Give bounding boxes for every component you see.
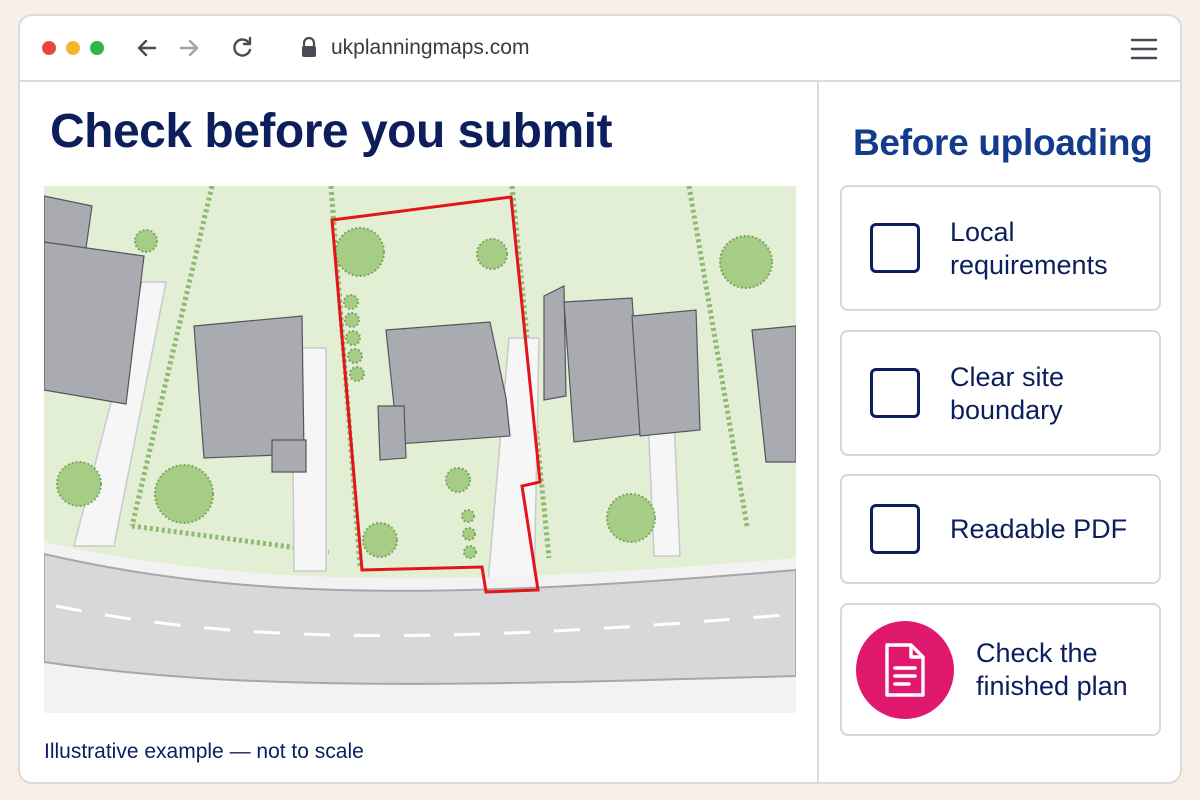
checklist-item-label: Readable PDF (950, 514, 1128, 544)
close-window-button[interactable] (42, 41, 56, 55)
reload-icon[interactable] (228, 34, 256, 62)
hamburger-menu-icon[interactable] (1130, 36, 1158, 62)
address-bar-url[interactable]: ukplanningmaps.com (331, 34, 529, 62)
page-title: Check before you submit (50, 105, 612, 158)
lock-icon (300, 36, 318, 58)
forward-arrow-icon[interactable] (175, 34, 203, 62)
browser-window: ukplanningmaps.com Check before you subm… (18, 14, 1182, 784)
browser-toolbar: ukplanningmaps.com (20, 16, 1180, 82)
checklist-item-label: Clear site boundary (950, 362, 1065, 425)
main-content: Check before you submit Illustrative exa… (20, 82, 817, 782)
checklist-item-readable-pdf[interactable]: Readable PDF (840, 474, 1161, 584)
maximize-window-button[interactable] (90, 41, 104, 55)
map-caption: Illustrative example — not to scale (44, 740, 364, 763)
check-finished-plan-button[interactable]: Check the finished plan (840, 603, 1161, 736)
document-icon (856, 621, 954, 719)
checkbox[interactable] (870, 504, 920, 554)
back-arrow-icon[interactable] (133, 34, 161, 62)
checkbox[interactable] (870, 223, 920, 273)
checklist-item-label: Check the finished plan (976, 638, 1128, 701)
checklist-sidebar: Before uploading Local requirements Clea… (817, 82, 1180, 782)
sidebar-title: Before uploading (853, 122, 1153, 163)
site-plan-map (44, 186, 796, 713)
checklist-item-local-requirements[interactable]: Local requirements (840, 185, 1161, 311)
checkbox[interactable] (870, 368, 920, 418)
minimize-window-button[interactable] (66, 41, 80, 55)
checklist-item-site-boundary[interactable]: Clear site boundary (840, 330, 1161, 456)
checklist-item-label: Local requirements (950, 217, 1108, 280)
